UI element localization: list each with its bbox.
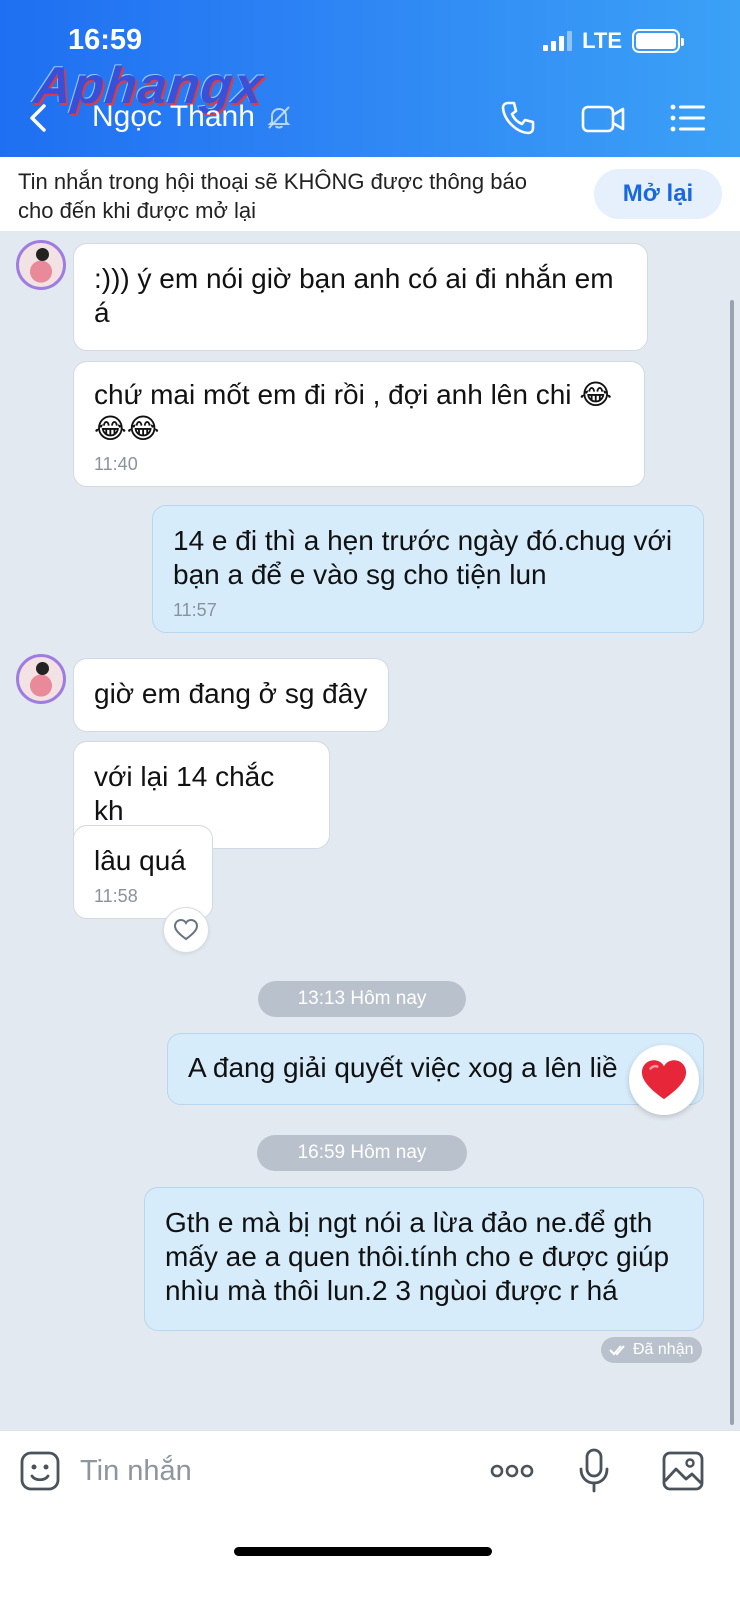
delivery-status-text: Đã nhận	[633, 1341, 694, 1358]
composer-bar	[0, 1430, 740, 1600]
image-gallery-icon[interactable]	[660, 1449, 706, 1493]
double-check-icon	[609, 1345, 625, 1356]
microphone-icon[interactable]	[574, 1447, 614, 1495]
laughing-emoji: 😂😂	[94, 412, 160, 445]
reaction-badge[interactable]	[629, 1045, 699, 1115]
date-separator: 13:13 Hôm nay	[258, 981, 466, 1017]
battery-icon	[632, 29, 684, 53]
message-text: Gth e mà bị ngt nói a lừa đảo ne.để gth …	[165, 1207, 670, 1306]
date-separator: 16:59 Hôm nay	[257, 1135, 467, 1171]
chat-title[interactable]: Ngọc Thanh	[92, 100, 293, 134]
message-time: 11:57	[173, 600, 217, 620]
message-text: :))) ý em nói giờ bạn anh có ai đi nhắn …	[94, 263, 614, 328]
message-bubble-incoming[interactable]: :))) ý em nói giờ bạn anh có ai đi nhắn …	[73, 243, 648, 351]
message-text: chứ mai mốt em đi rồi , đợi anh lên chi	[94, 379, 572, 410]
more-options-icon[interactable]	[488, 1449, 536, 1493]
sticker-emoji-icon[interactable]	[18, 1449, 62, 1493]
avatar[interactable]	[16, 654, 66, 704]
message-text: lâu quá	[94, 845, 186, 876]
back-chevron-icon[interactable]	[22, 100, 58, 136]
menu-list-icon[interactable]	[668, 98, 708, 138]
network-label: LTE	[582, 28, 622, 53]
red-heart-icon	[641, 1060, 687, 1100]
message-text: với lại 14 chắc kh	[94, 761, 275, 826]
message-bubble-outgoing[interactable]: A đang giải quyết việc xog a lên liề	[167, 1033, 704, 1105]
message-input[interactable]	[80, 1449, 460, 1493]
delivery-status: Đã nhận	[601, 1337, 702, 1363]
heart-outline-icon	[173, 918, 199, 941]
message-time: 11:40	[94, 454, 138, 474]
signal-icon	[543, 31, 573, 51]
mute-notice-text: Tin nhắn trong hội thoại sẽ KHÔNG được t…	[18, 169, 527, 223]
laughing-emoji: 😂	[579, 378, 613, 411]
react-button[interactable]	[163, 907, 209, 953]
status-time: 16:59	[68, 24, 143, 56]
scrollbar[interactable]	[730, 300, 734, 1425]
message-bubble-incoming[interactable]: chứ mai mốt em đi rồi , đợi anh lên chi …	[73, 361, 645, 487]
avatar[interactable]	[16, 240, 66, 290]
message-bubble-outgoing[interactable]: Gth e mà bị ngt nói a lừa đảo ne.để gth …	[144, 1187, 704, 1331]
message-bubble-incoming[interactable]: lâu quá 11:58	[73, 825, 213, 919]
chat-header: 16:59 LTE Aphangx Ngọc Thanh	[0, 0, 740, 157]
status-indicators: LTE	[543, 28, 684, 54]
message-bubble-incoming[interactable]: giờ em đang ở sg đây	[73, 658, 389, 732]
message-time: 11:58	[94, 886, 138, 906]
bell-off-icon	[267, 106, 291, 129]
message-text: giờ em đang ở sg đây	[94, 678, 368, 709]
message-text: A đang giải quyết việc xog a lên liề	[188, 1052, 618, 1083]
mute-notice-bar: Tin nhắn trong hội thoại sẽ KHÔNG được t…	[0, 157, 740, 231]
message-text: 14 e đi thì a hẹn trước ngày đó.chug với…	[173, 525, 673, 590]
home-indicator	[234, 1547, 492, 1556]
reopen-notifications-button[interactable]: Mở lại	[594, 169, 722, 219]
video-call-icon[interactable]	[580, 98, 626, 138]
contact-name: Ngọc Thanh	[92, 100, 255, 133]
message-bubble-outgoing[interactable]: 14 e đi thì a hẹn trước ngày đó.chug với…	[152, 505, 704, 633]
phone-icon[interactable]	[498, 98, 538, 138]
